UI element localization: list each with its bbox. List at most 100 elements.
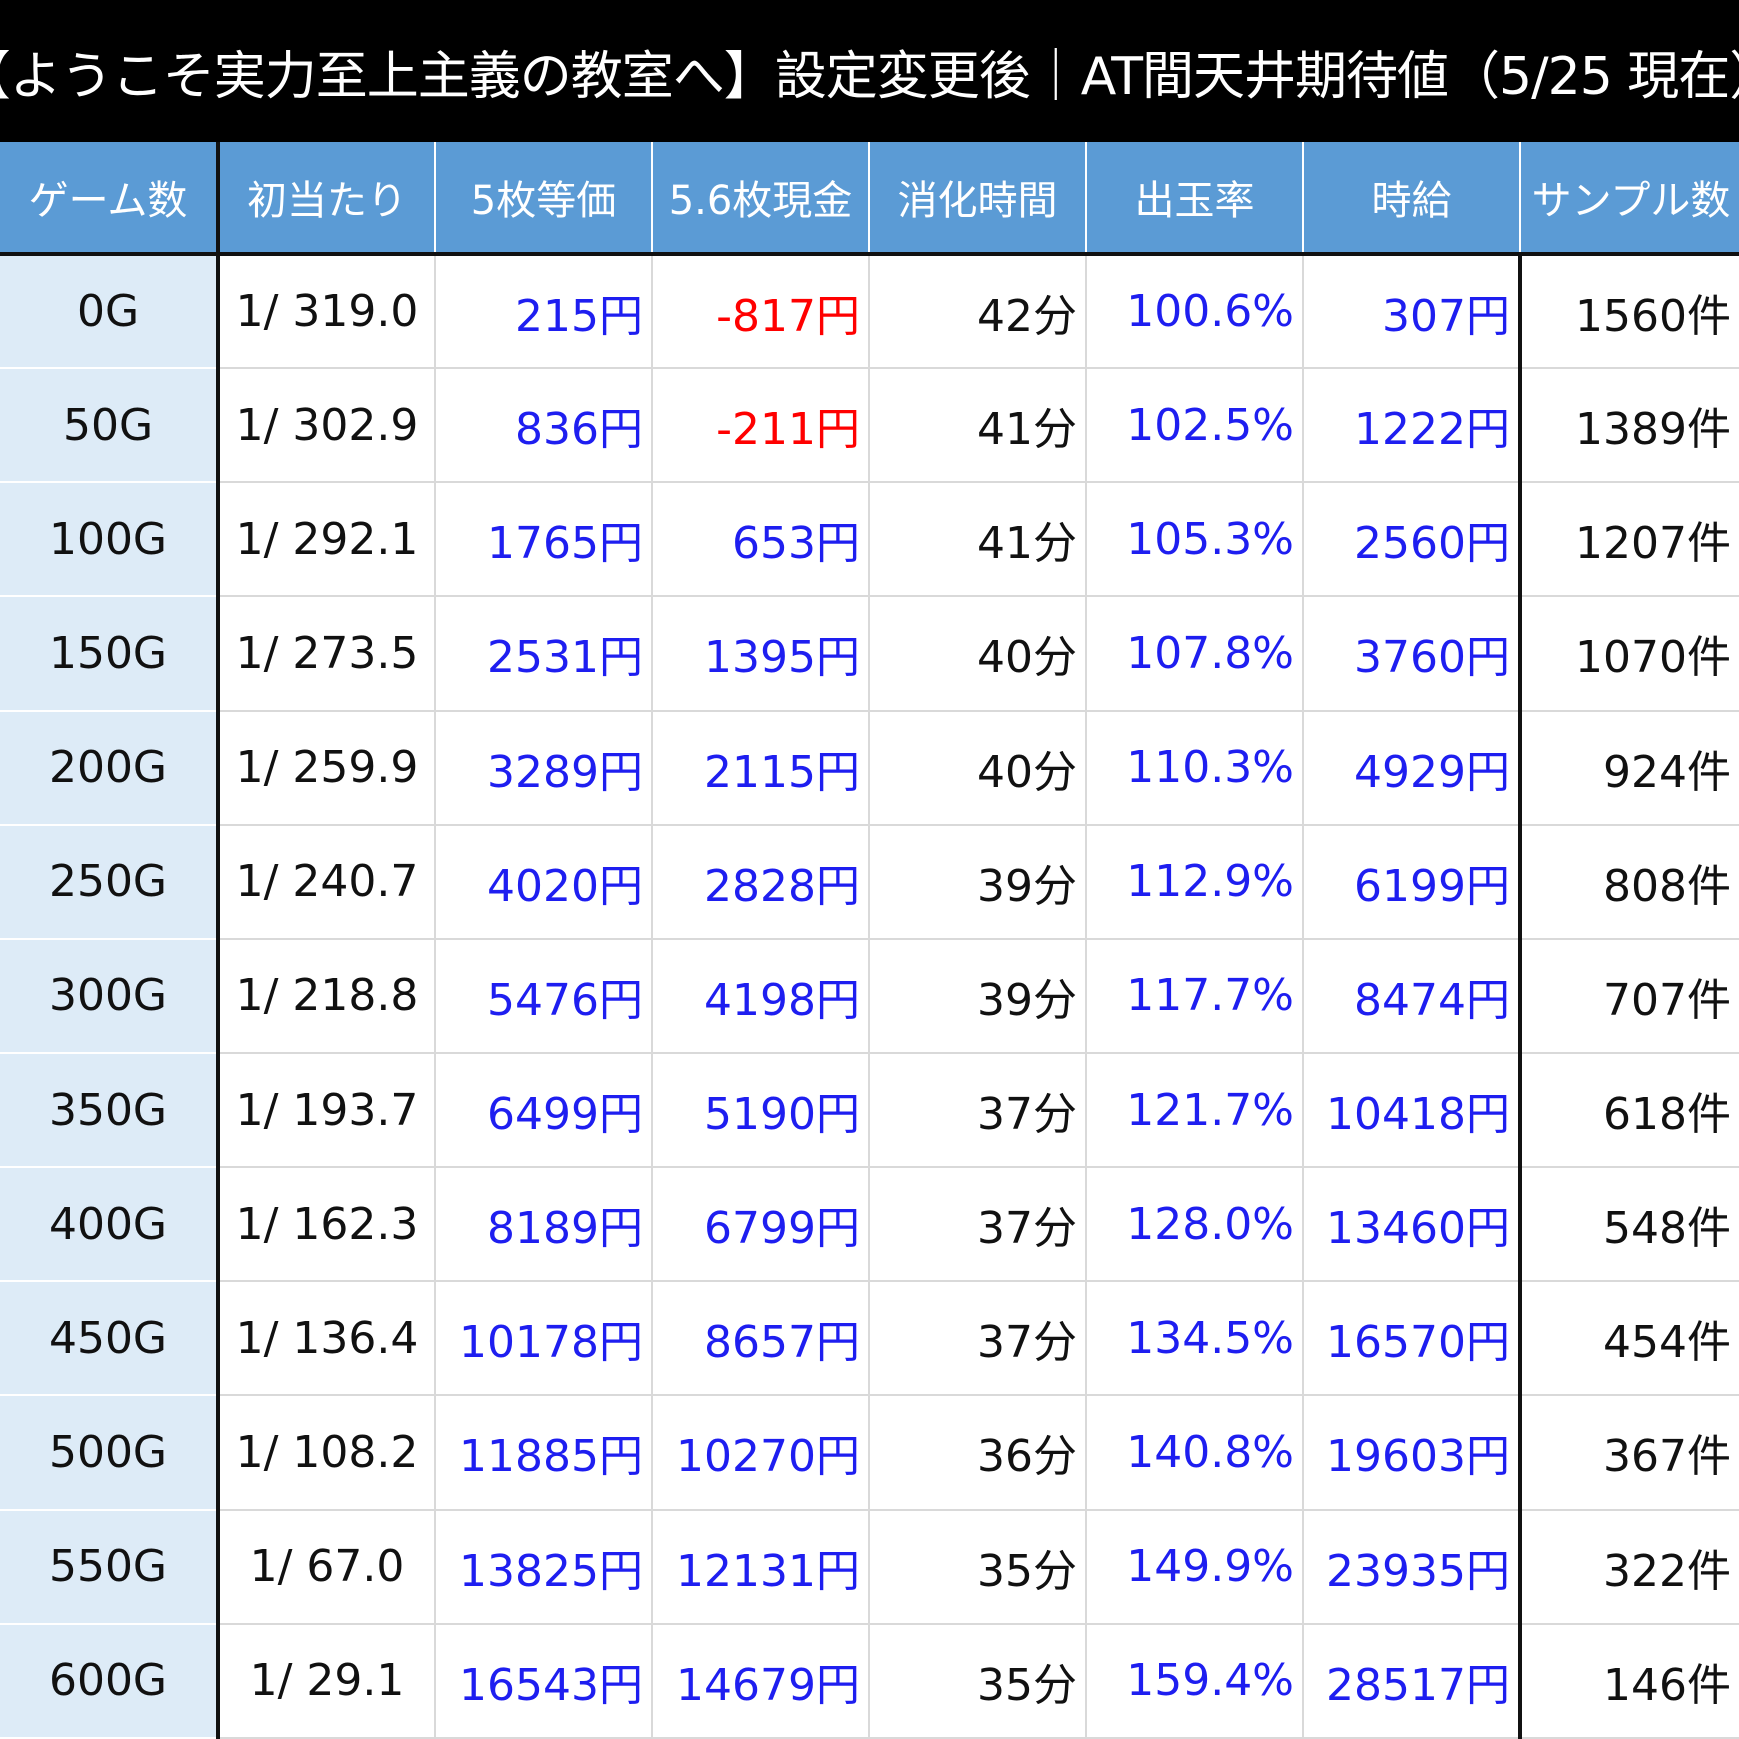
play-time-cell: 36分 — [869, 1395, 1087, 1511]
play-time-cell: 35分 — [869, 1623, 1087, 1739]
table-row: 300G 1/ 218.8 5476円 4198円 39分 117.7% 8474円 707件 — [0, 938, 1739, 1054]
game-count-cell: 50G — [0, 368, 220, 484]
hourly-wage-cell: 13460円 — [1303, 1167, 1522, 1283]
sample-count-cell: 1560件 — [1520, 254, 1739, 370]
hourly-wage-cell: 16570円 — [1303, 1281, 1522, 1397]
hourly-wage-cell: 10418円 — [1303, 1052, 1522, 1169]
first-hit-cell: 1/ 292.1 — [218, 482, 436, 598]
play-time-cell: 39分 — [869, 824, 1087, 940]
play-time-cell: 40分 — [869, 710, 1087, 826]
equal-5-cell: 6499円 — [435, 1052, 653, 1169]
equal-5-cell: 11885円 — [435, 1395, 653, 1511]
hourly-wage-cell: 19603円 — [1303, 1395, 1522, 1511]
first-hit-cell: 1/ 67.0 — [218, 1509, 436, 1625]
first-hit-cell: 1/ 302.9 — [218, 368, 436, 484]
equal-5-cell: 4020円 — [435, 824, 653, 940]
first-hit-cell: 1/ 136.4 — [218, 1281, 436, 1397]
hourly-wage-cell: 28517円 — [1303, 1623, 1522, 1739]
sample-count-cell: 1207件 — [1520, 482, 1739, 598]
game-count-cell: 0G — [0, 254, 220, 370]
equal-5-cell: 10178円 — [435, 1281, 653, 1397]
play-time-cell: 37分 — [869, 1167, 1087, 1283]
hourly-wage-cell: 8474円 — [1303, 938, 1522, 1054]
game-count-cell: 250G — [0, 824, 220, 940]
game-count-cell: 150G — [0, 596, 220, 712]
cash-5-6-cell: 2115円 — [652, 710, 870, 826]
payout-rate-cell: 105.3% — [1086, 482, 1304, 598]
payout-rate-cell: 159.4% — [1086, 1623, 1304, 1739]
header-payout-rate: 出玉率 — [1086, 142, 1304, 256]
hourly-wage-cell: 2560円 — [1303, 482, 1522, 598]
hourly-wage-cell: 1222円 — [1303, 368, 1522, 484]
page-title: 【ようこそ実力至上主義の教室へ】設定変更後｜AT間天井期待値（5/25 現在） — [0, 0, 1739, 142]
game-count-cell: 100G — [0, 482, 220, 598]
play-time-cell: 41分 — [869, 368, 1087, 484]
table-row: 200G 1/ 259.9 3289円 2115円 40分 110.3% 4929円 924件 — [0, 710, 1739, 826]
first-hit-cell: 1/ 259.9 — [218, 710, 436, 826]
cash-5-6-cell: 5190円 — [652, 1052, 870, 1169]
cash-5-6-cell: 12131円 — [652, 1509, 870, 1625]
game-count-cell: 200G — [0, 710, 220, 826]
game-count-cell: 550G — [0, 1509, 220, 1625]
equal-5-cell: 1765円 — [435, 482, 653, 598]
game-count-cell: 350G — [0, 1052, 220, 1169]
cash-5-6-cell: -817円 — [652, 254, 870, 370]
sample-count-cell: 707件 — [1520, 938, 1739, 1054]
header-game-count: ゲーム数 — [0, 142, 220, 256]
expected-value-table-container: ゲーム数 初当たり 5枚等価 5.6枚現金 消化時間 出玉率 時給 サンプル数 … — [0, 142, 1739, 1739]
play-time-cell: 40分 — [869, 596, 1087, 712]
header-play-time: 消化時間 — [869, 142, 1087, 256]
sample-count-cell: 924件 — [1520, 710, 1739, 826]
cash-5-6-cell: 1395円 — [652, 596, 870, 712]
play-time-cell: 41分 — [869, 482, 1087, 598]
header-5-equal: 5枚等価 — [435, 142, 653, 256]
payout-rate-cell: 121.7% — [1086, 1052, 1304, 1169]
first-hit-cell: 1/ 29.1 — [218, 1623, 436, 1739]
sample-count-cell: 322件 — [1520, 1509, 1739, 1625]
equal-5-cell: 16543円 — [435, 1623, 653, 1739]
cash-5-6-cell: 2828円 — [652, 824, 870, 940]
table-row: 50G 1/ 302.9 836円 -211円 41分 102.5% 1222円 1389件 — [0, 368, 1739, 484]
payout-rate-cell: 149.9% — [1086, 1509, 1304, 1625]
table-row: 350G 1/ 193.7 6499円 5190円 37分 121.7% 10418円 618… — [0, 1052, 1739, 1169]
header-sample-count: サンプル数 — [1520, 142, 1739, 256]
game-count-cell: 500G — [0, 1395, 220, 1511]
play-time-cell: 39分 — [869, 938, 1087, 1054]
game-count-cell: 400G — [0, 1167, 220, 1283]
sample-count-cell: 146件 — [1520, 1623, 1739, 1739]
game-count-cell: 450G — [0, 1281, 220, 1397]
payout-rate-cell: 100.6% — [1086, 254, 1304, 370]
page: 【ようこそ実力至上主義の教室へ】設定変更後｜AT間天井期待値（5/25 現在） … — [0, 0, 1739, 1739]
hourly-wage-cell: 4929円 — [1303, 710, 1522, 826]
header-first-hit: 初当たり — [218, 142, 436, 256]
equal-5-cell: 3289円 — [435, 710, 653, 826]
payout-rate-cell: 110.3% — [1086, 710, 1304, 826]
first-hit-cell: 1/ 273.5 — [218, 596, 436, 712]
payout-rate-cell: 107.8% — [1086, 596, 1304, 712]
cash-5-6-cell: 4198円 — [652, 938, 870, 1054]
sample-count-cell: 548件 — [1520, 1167, 1739, 1283]
first-hit-cell: 1/ 193.7 — [218, 1052, 436, 1169]
sample-count-cell: 1070件 — [1520, 596, 1739, 712]
cash-5-6-cell: -211円 — [652, 368, 870, 484]
equal-5-cell: 2531円 — [435, 596, 653, 712]
sample-count-cell: 1389件 — [1520, 368, 1739, 484]
sample-count-cell: 618件 — [1520, 1052, 1739, 1169]
cash-5-6-cell: 10270円 — [652, 1395, 870, 1511]
payout-rate-cell: 134.5% — [1086, 1281, 1304, 1397]
cash-5-6-cell: 8657円 — [652, 1281, 870, 1397]
equal-5-cell: 836円 — [435, 368, 653, 484]
first-hit-cell: 1/ 240.7 — [218, 824, 436, 940]
table-row: 150G 1/ 273.5 2531円 1395円 40分 107.8% 3760円 1070… — [0, 596, 1739, 712]
table-header-row: ゲーム数 初当たり 5枚等価 5.6枚現金 消化時間 出玉率 時給 サンプル数 — [0, 142, 1739, 256]
table-row: 500G 1/ 108.2 11885円 10270円 36分 140.8% 19603円 3… — [0, 1395, 1739, 1511]
cash-5-6-cell: 653円 — [652, 482, 870, 598]
payout-rate-cell: 140.8% — [1086, 1395, 1304, 1511]
first-hit-cell: 1/ 162.3 — [218, 1167, 436, 1283]
equal-5-cell: 5476円 — [435, 938, 653, 1054]
sample-count-cell: 808件 — [1520, 824, 1739, 940]
play-time-cell: 37分 — [869, 1052, 1087, 1169]
table-row: 400G 1/ 162.3 8189円 6799円 37分 128.0% 13460円 548… — [0, 1167, 1739, 1283]
hourly-wage-cell: 307円 — [1303, 254, 1522, 370]
table-body: 0G 1/ 319.0 215円 -817円 42分 100.6% 307円 1560件 50G… — [0, 254, 1739, 1739]
